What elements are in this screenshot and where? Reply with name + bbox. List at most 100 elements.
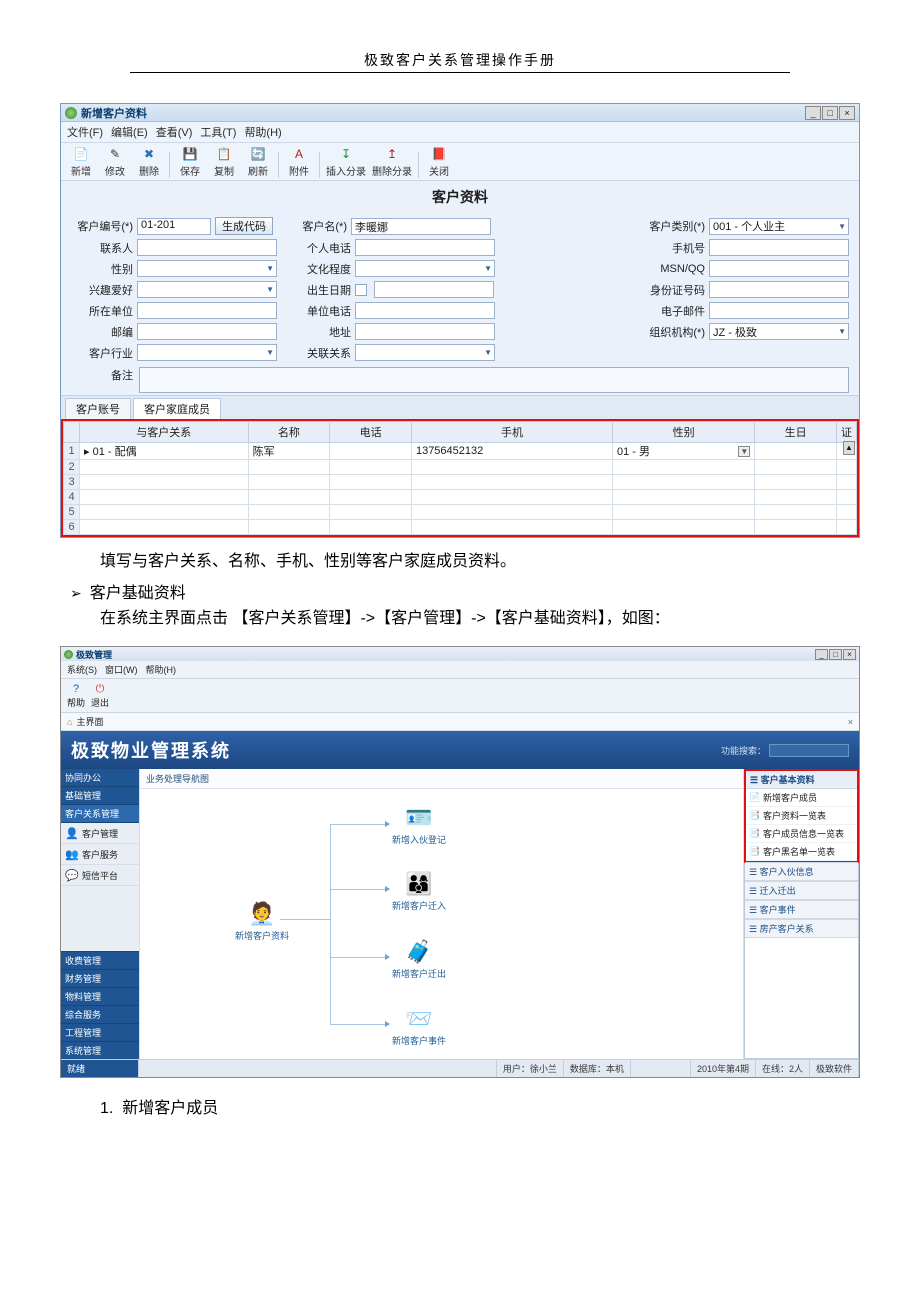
minimize-button[interactable]: _ [815,649,828,660]
input-postcode[interactable] [137,323,277,340]
menu-tool[interactable]: 工具(T) [200,124,236,140]
menu-window[interactable]: 窗口(W) [105,663,138,676]
tb-refresh[interactable]: 🔄刷新 [244,146,272,178]
table-row[interactable]: 3 [64,475,857,490]
close-button[interactable]: × [839,106,855,120]
input-idcard[interactable] [709,281,849,298]
node-checkin[interactable]: 🪪新增入伙登记 [392,803,446,846]
select-education[interactable]: ▼ [355,260,495,277]
tb-attach[interactable]: A附件 [285,146,313,178]
cell-gender[interactable]: 01 - 男▼ [612,443,754,460]
nav-cat[interactable]: 系统管理 [61,1041,139,1059]
tb-insert-row[interactable]: ↧插入分录 [326,146,366,178]
col-rel[interactable]: 与客户关系 [80,422,249,443]
rnav-head[interactable]: ☰ 客户入伙信息 [745,862,858,881]
table-row[interactable]: 2 [64,460,857,475]
tb-close[interactable]: 📕关闭 [425,146,453,178]
search-input[interactable] [769,744,849,757]
select-gender[interactable]: ▼ [137,260,277,277]
cell-mobile[interactable]: 13756452132 [411,443,612,460]
menu-file[interactable]: 文件(F) [67,124,103,140]
maximize-button[interactable]: □ [829,649,842,660]
rnav-item[interactable]: 📄新增客户成员 [746,789,857,807]
node-movein[interactable]: 👨‍👩‍👦新增客户迁入 [392,869,446,912]
nav-cat[interactable]: 工程管理 [61,1023,139,1041]
select-relation[interactable]: ▼ [355,344,495,361]
col-phone[interactable]: 电话 [330,422,412,443]
nav-cat-active[interactable]: 客户关系管理 [61,805,139,823]
breadcrumb-home[interactable]: 主界面 [76,715,103,728]
col-birthday[interactable]: 生日 [755,422,837,443]
input-cust-name[interactable]: 李暖娜 [351,218,491,235]
rnav-item[interactable]: 📑客户黑名单一览表 [746,843,857,861]
close-button[interactable]: × [843,649,856,660]
node-moveout[interactable]: 🧳新增客户迁出 [392,937,446,980]
rnav-head-basic[interactable]: ☰ 客户基本资料 [746,771,857,789]
cell-phone[interactable] [330,443,412,460]
col-id[interactable]: 证 [837,422,857,443]
button-gen-code[interactable]: 生成代码 [215,217,273,235]
nav-item-customer[interactable]: 👤客户管理 [61,823,139,844]
scroll-up-icon[interactable]: ▲ [843,441,855,455]
close-tab-icon[interactable]: × [848,717,853,727]
tb-exit[interactable]: ⏻退出 [91,682,109,709]
rnav-head[interactable]: ☰ 客户事件 [745,900,858,919]
menu-help[interactable]: 帮助(H) [244,124,281,140]
input-cust-no[interactable]: 01-201 [137,218,211,235]
menu-edit[interactable]: 编辑(E) [111,124,148,140]
input-mobile[interactable] [709,239,849,256]
cell-birthday[interactable] [755,443,837,460]
table-row[interactable]: 4 [64,490,857,505]
nav-cat[interactable]: 基础管理 [61,787,139,805]
minimize-button[interactable]: _ [805,106,821,120]
input-msnqq[interactable] [709,260,849,277]
table-row[interactable]: 6 [64,520,857,535]
textarea-remark[interactable] [139,367,849,393]
tb-delete-row[interactable]: ↥删除分录 [372,146,412,178]
col-name[interactable]: 名称 [248,422,330,443]
col-mobile[interactable]: 手机 [411,422,612,443]
col-gender[interactable]: 性别 [612,422,754,443]
checkbox-birth[interactable] [355,284,367,296]
table-row[interactable]: 5 [64,505,857,520]
tb-new[interactable]: 📄新增 [67,146,95,178]
input-birth[interactable] [374,281,494,298]
input-email[interactable] [709,302,849,319]
select-org[interactable]: JZ - 极致▼ [709,323,849,340]
select-cust-type[interactable]: 001 - 个人业主▼ [709,218,849,235]
rnav-head[interactable]: ☰ 迁入迁出 [745,881,858,900]
input-company-phone[interactable] [355,302,495,319]
input-personal-phone[interactable] [355,239,495,256]
select-industry[interactable]: ▼ [137,344,277,361]
menu-help[interactable]: 帮助(H) [146,663,177,676]
menu-view[interactable]: 查看(V) [156,124,193,140]
tab-account[interactable]: 客户账号 [65,398,131,419]
rnav-head[interactable]: ☰ 房产客户关系 [745,919,858,938]
tb-copy[interactable]: 📋复制 [210,146,238,178]
maximize-button[interactable]: □ [822,106,838,120]
input-contact[interactable] [137,239,277,256]
input-address[interactable] [355,323,495,340]
nav-item-sms[interactable]: 💬短信平台 [61,865,139,886]
node-event[interactable]: 📨新增客户事件 [392,1004,446,1047]
nav-item-service[interactable]: 👥客户服务 [61,844,139,865]
select-hobby[interactable]: ▼ [137,281,277,298]
node-root[interactable]: 🧑‍💼新增客户资料 [235,899,289,942]
nav-cat[interactable]: 协同办公 [61,769,139,787]
rnav-item[interactable]: 📑客户成员信息一览表 [746,825,857,843]
cell-name[interactable]: 陈军 [248,443,330,460]
tb-help[interactable]: ?帮助 [67,682,85,709]
menu-system[interactable]: 系统(S) [67,663,97,676]
nav-cat[interactable]: 物料管理 [61,987,139,1005]
tb-modify[interactable]: ✎修改 [101,146,129,178]
tb-save[interactable]: 💾保存 [176,146,204,178]
input-company[interactable] [137,302,277,319]
nav-cat[interactable]: 综合服务 [61,1005,139,1023]
nav-cat[interactable]: 财务管理 [61,969,139,987]
nav-cat[interactable]: 收费管理 [61,951,139,969]
home-icon[interactable]: ⌂ [67,717,72,727]
cell-rel[interactable]: ▸ 01 - 配偶 [80,443,249,460]
rnav-item[interactable]: 📑客户资料一览表 [746,807,857,825]
tab-family[interactable]: 客户家庭成员 [133,398,221,419]
table-row[interactable]: 1 ▸ 01 - 配偶 陈军 13756452132 01 - 男▼ [64,443,857,460]
